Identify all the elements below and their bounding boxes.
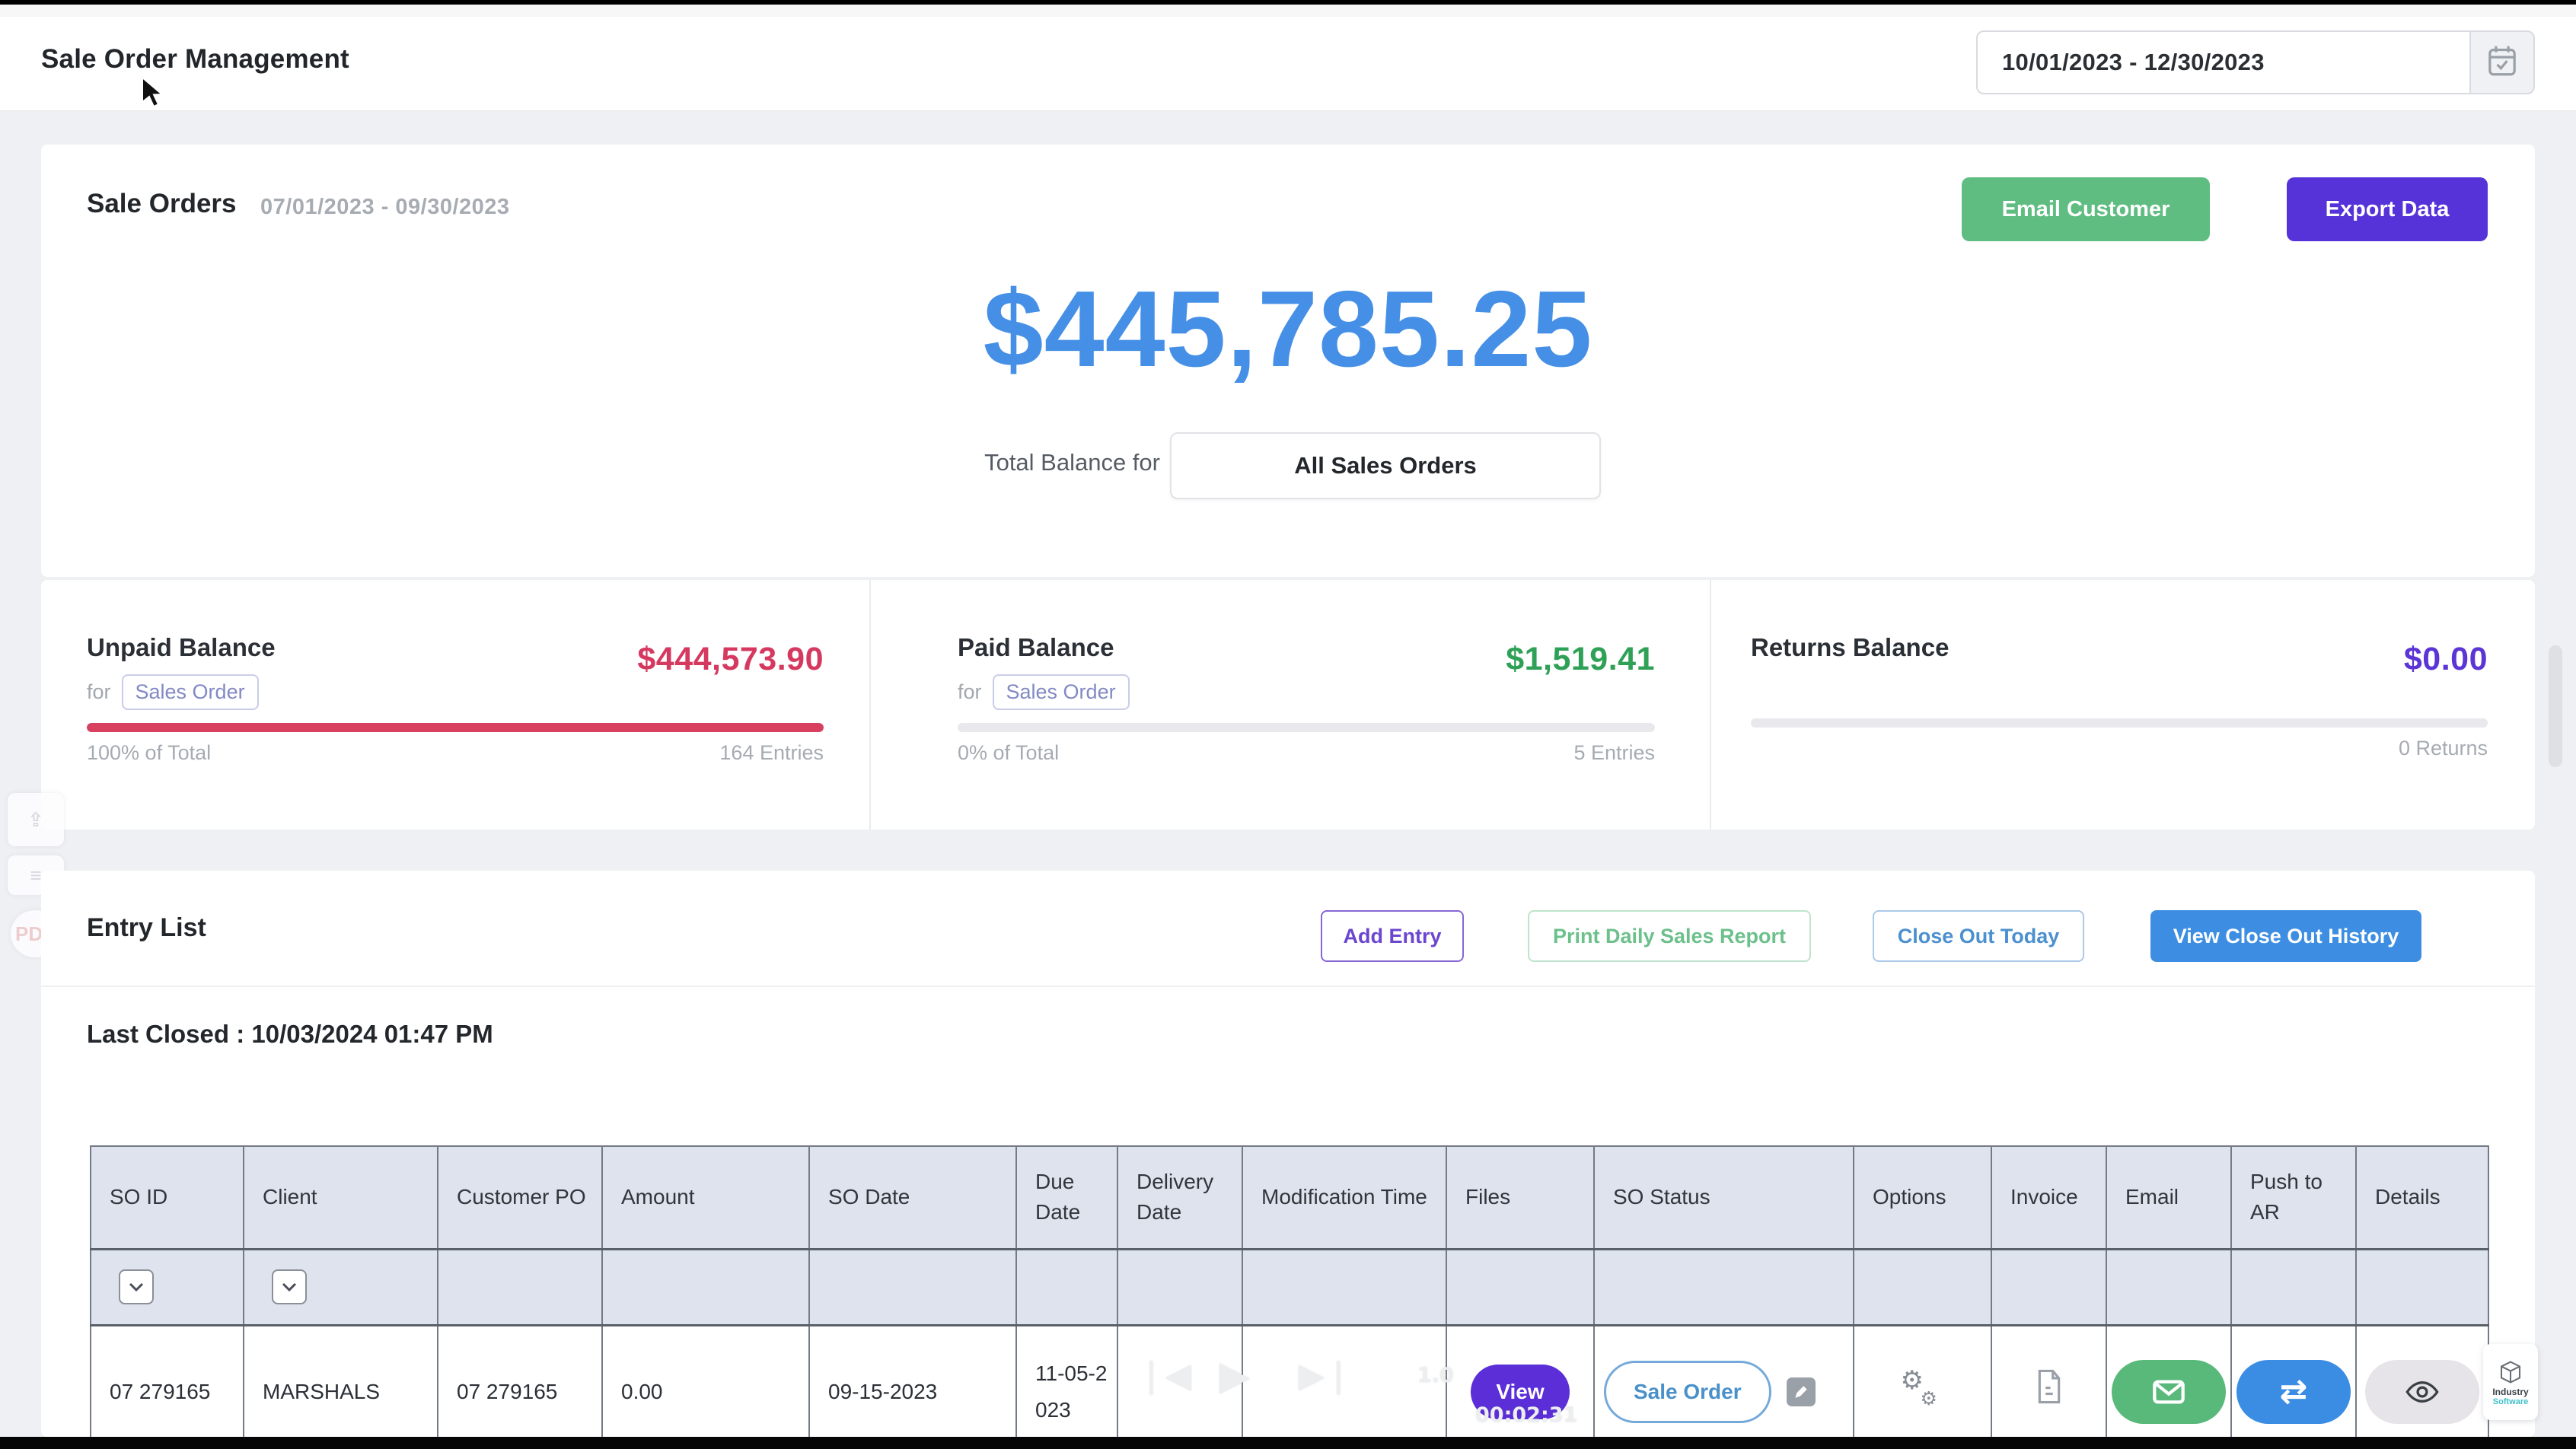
paid-entries-label: 5 Entries	[1573, 741, 1655, 765]
cell-customer-po: 07 279165	[438, 1325, 602, 1437]
client-filter-dropdown[interactable]	[272, 1269, 307, 1304]
balance-summary-strip: Unpaid Balance for Sales Order $444,573.…	[41, 580, 2535, 830]
push-to-ar-button[interactable]: ⇄	[2236, 1360, 2351, 1424]
chevron-down-icon	[129, 1282, 144, 1291]
transfer-arrows-icon: ⇄	[2280, 1375, 2308, 1409]
col-client[interactable]: Client	[244, 1146, 438, 1249]
email-row-button[interactable]	[2112, 1360, 2226, 1424]
unpaid-progress-bar	[87, 723, 824, 732]
col-so-date[interactable]: SO Date	[809, 1146, 1016, 1249]
balance-filter-dropdown[interactable]: All Sales Orders	[1170, 432, 1601, 499]
so-status-pill[interactable]: Sale Order	[1604, 1361, 1771, 1423]
paid-balance-title: Paid Balance	[958, 633, 1114, 662]
calendar-picker-button[interactable]	[2469, 30, 2535, 94]
entry-list-card: Entry List Add Entry Print Daily Sales R…	[41, 871, 2535, 1437]
details-button[interactable]	[2365, 1360, 2479, 1424]
print-daily-sales-report-button[interactable]: Print Daily Sales Report	[1528, 910, 1811, 962]
table-filter-row	[91, 1249, 2488, 1325]
col-push-to-ar[interactable]: Push to AR	[2231, 1146, 2356, 1249]
unpaid-balance-title: Unpaid Balance	[87, 633, 276, 662]
table-row[interactable]: 07 279165 MARSHALS 07 279165 0.00 09-15-…	[91, 1325, 2488, 1437]
paid-percent-label: 0% of Total	[958, 741, 1059, 765]
pencil-icon	[1793, 1384, 1809, 1400]
invoice-document-icon[interactable]	[2035, 1386, 2064, 1409]
for-label: for	[958, 680, 982, 704]
unpaid-balance-card: Unpaid Balance for Sales Order $444,573.…	[41, 580, 869, 830]
cell-so-id: 07 279165	[91, 1325, 244, 1437]
col-so-id[interactable]: SO ID	[91, 1146, 244, 1249]
col-amount[interactable]: Amount	[602, 1146, 809, 1249]
watermark-line2: Software	[2493, 1398, 2528, 1406]
total-balance-label: Total Balance for	[41, 449, 1160, 476]
playback-speed-label: 1.0	[1417, 1364, 1454, 1387]
cell-client: MARSHALS	[244, 1325, 438, 1437]
col-so-status[interactable]: SO Status	[1594, 1146, 1854, 1249]
cube-logo-icon	[2497, 1358, 2524, 1386]
options-gears-icon[interactable]: ⚙⚙	[1896, 1364, 1950, 1409]
close-out-today-button[interactable]: Close Out Today	[1873, 910, 2084, 962]
entry-list-title: Entry List	[87, 913, 206, 943]
pre-header-strip	[0, 5, 2576, 18]
add-entry-button[interactable]: Add Entry	[1321, 910, 1464, 962]
for-label: for	[87, 680, 111, 704]
last-closed-label: Last Closed : 10/03/2024 01:47 PM	[87, 1020, 493, 1049]
paid-balance-card: Paid Balance for Sales Order $1,519.41 0…	[871, 580, 1710, 830]
vendor-watermark: Industry Software	[2483, 1344, 2538, 1420]
returns-count-label: 0 Returns	[2399, 737, 2488, 760]
calendar-check-icon	[2487, 45, 2517, 81]
sale-order-management-app: Sale Order Management 10/01/2023 - 12/30…	[0, 0, 2576, 1449]
watermark-line1: Industry	[2492, 1387, 2528, 1396]
edit-status-icon[interactable]	[1787, 1377, 1816, 1406]
ghost-export-icon: ⇪	[8, 793, 64, 846]
global-date-range-input[interactable]: 10/01/2023 - 12/30/2023	[1976, 30, 2469, 94]
col-options[interactable]: Options	[1854, 1146, 1991, 1249]
skip-forward-icon: ▶❘	[1299, 1356, 1353, 1395]
page-title: Sale Order Management	[41, 44, 349, 75]
divider	[41, 986, 2535, 987]
col-due-date[interactable]: Due Date	[1016, 1146, 1117, 1249]
top-bar: Sale Order Management 10/01/2023 - 12/30…	[0, 17, 2576, 110]
sale-orders-date-range: 07/01/2023 - 09/30/2023	[260, 195, 510, 220]
so-id-filter-dropdown[interactable]	[119, 1269, 154, 1304]
sales-order-badge: Sales Order	[993, 674, 1130, 710]
paid-balance-amount: $1,519.41	[1506, 641, 1655, 678]
cell-amount: 0.00	[602, 1325, 809, 1437]
cell-due-date: 11-05-2023	[1016, 1325, 1117, 1437]
playback-timestamp: 00:02:31	[1475, 1403, 1577, 1427]
envelope-icon	[2152, 1380, 2185, 1404]
unpaid-entries-label: 164 Entries	[719, 741, 824, 765]
col-invoice[interactable]: Invoice	[1991, 1146, 2106, 1249]
letterbox-bottom	[0, 1437, 2576, 1449]
email-customer-button[interactable]: Email Customer	[1962, 177, 2210, 241]
sale-orders-title: Sale Orders	[87, 189, 237, 219]
returns-balance-card: Returns Balance $0.00 0 Returns	[1711, 580, 2535, 830]
chevron-down-icon	[282, 1282, 297, 1291]
view-close-out-history-button[interactable]: View Close Out History	[2150, 910, 2421, 962]
export-data-button[interactable]: Export Data	[2287, 177, 2488, 241]
col-email[interactable]: Email	[2106, 1146, 2231, 1249]
returns-balance-title: Returns Balance	[1751, 633, 1949, 662]
col-files[interactable]: Files	[1446, 1146, 1594, 1249]
sale-orders-card: Sale Orders 07/01/2023 - 09/30/2023 Emai…	[41, 145, 2535, 577]
unpaid-percent-label: 100% of Total	[87, 741, 211, 765]
col-details[interactable]: Details	[2356, 1146, 2488, 1249]
table-header-row: SO ID Client Customer PO Amount SO Date …	[91, 1146, 2488, 1249]
entry-table: SO ID Client Customer PO Amount SO Date …	[90, 1145, 2489, 1437]
total-balance-amount: $445,785.25	[41, 272, 2535, 387]
play-icon: ▶	[1219, 1353, 1250, 1399]
skip-back-icon: ❘◀	[1137, 1356, 1191, 1395]
sales-order-badge: Sales Order	[122, 674, 259, 710]
col-customer-po[interactable]: Customer PO	[438, 1146, 602, 1249]
scrollbar-thumb[interactable]	[2549, 645, 2562, 767]
col-modification-time[interactable]: Modification Time	[1242, 1146, 1446, 1249]
returns-balance-amount: $0.00	[2404, 641, 2488, 678]
cell-so-date: 09-15-2023	[809, 1325, 1016, 1437]
col-delivery-date[interactable]: Delivery Date	[1117, 1146, 1242, 1249]
unpaid-balance-amount: $444,573.90	[637, 641, 824, 678]
eye-icon	[2405, 1380, 2440, 1404]
